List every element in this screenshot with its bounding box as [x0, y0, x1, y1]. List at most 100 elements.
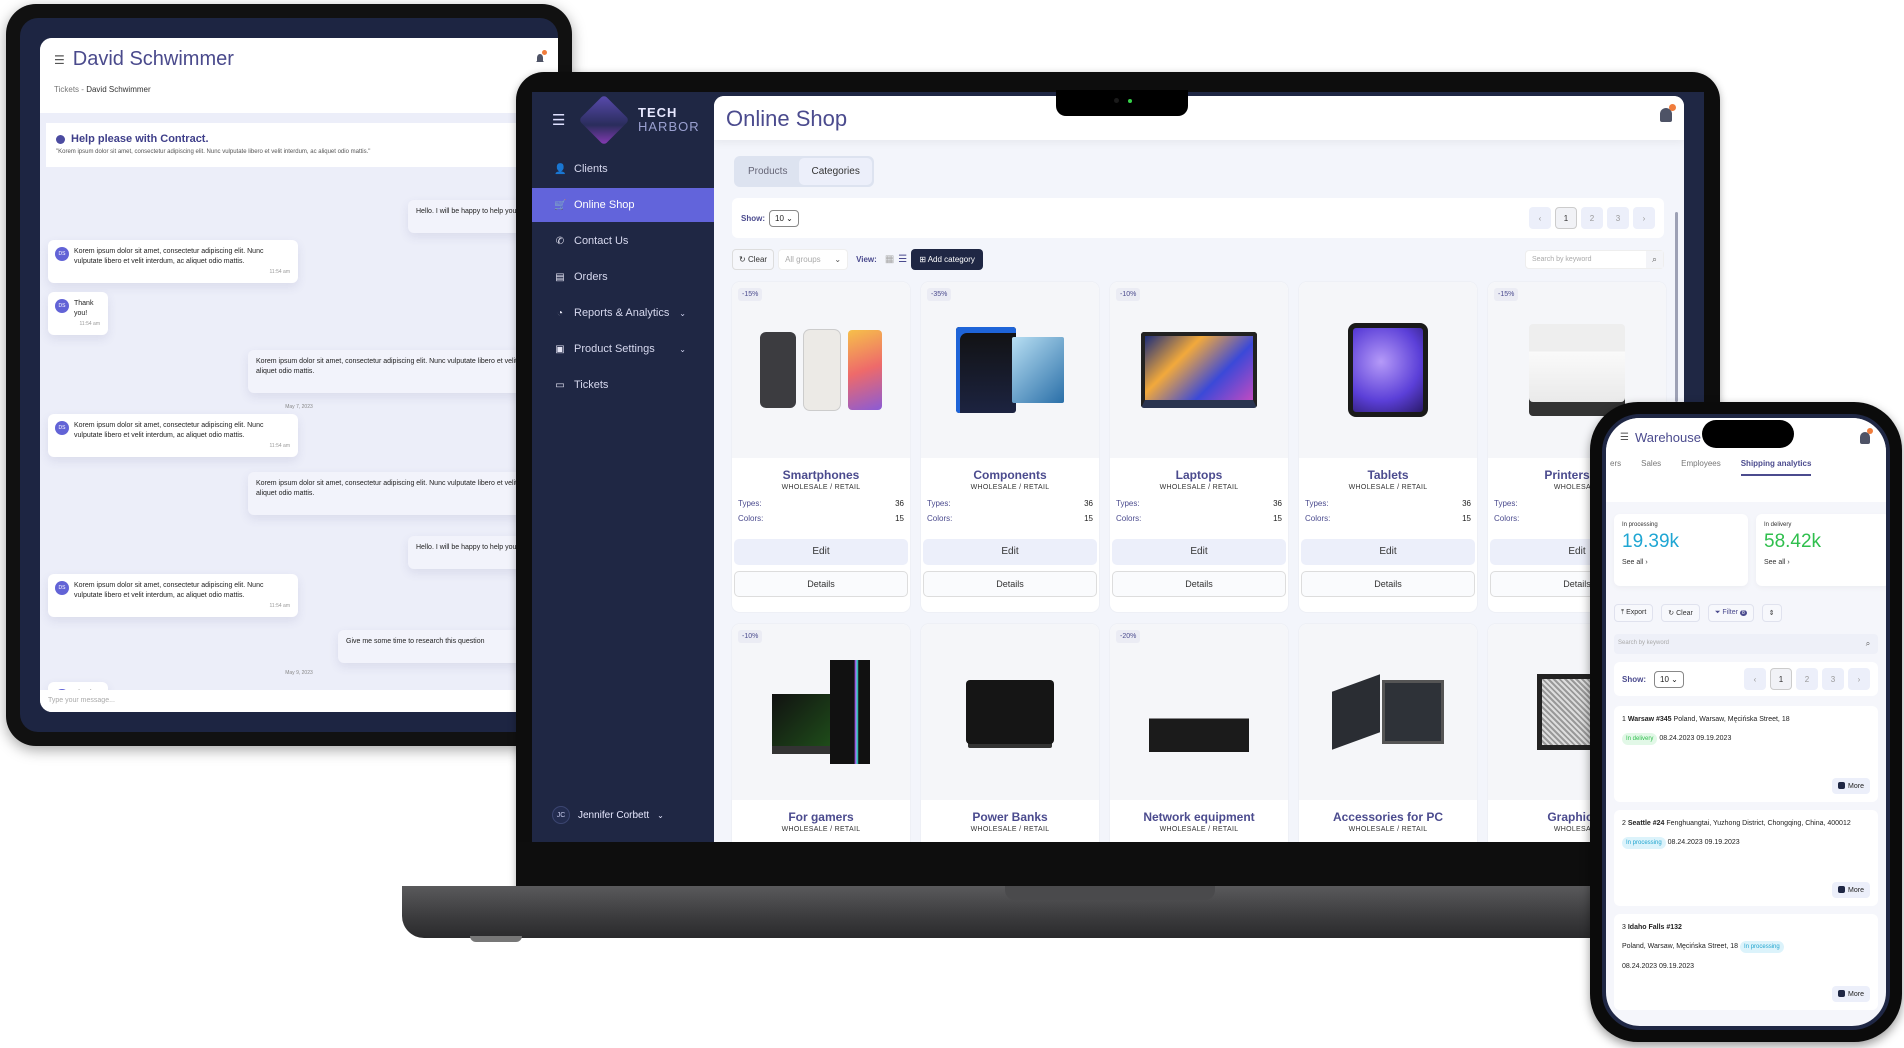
ticket-icon: [56, 134, 65, 144]
sidebar-item-reports-analytics[interactable]: ◔ Reports & Analytics ⌄: [532, 296, 714, 330]
page-button[interactable]: 2: [1796, 668, 1818, 690]
tab-shipping-analytics[interactable]: Shipping analytics: [1740, 459, 1812, 476]
clear-button[interactable]: ↻ Clear: [1661, 604, 1700, 622]
chat-thread[interactable]: Hello. I will be happy to help you11:54 …: [40, 182, 558, 712]
details-button[interactable]: Details: [1301, 571, 1475, 597]
more-button[interactable]: More: [1832, 778, 1870, 794]
category-name[interactable]: Laptops: [1110, 468, 1288, 482]
see-all-link[interactable]: See all ›: [1764, 559, 1882, 566]
category-name[interactable]: Network equipment: [1110, 810, 1288, 824]
next-page-button[interactable]: ›: [1848, 668, 1870, 690]
sidebar-item-contact-us[interactable]: ✆ Contact Us: [532, 224, 714, 258]
menu-icon[interactable]: ☰: [552, 111, 570, 129]
sort-button[interactable]: ⇕: [1761, 604, 1782, 622]
edit-button[interactable]: Edit: [1112, 539, 1286, 565]
discount-badge: -10%: [738, 630, 763, 643]
shipment-address: Poland, Warsaw, Męcińska Street, 18: [1673, 716, 1790, 723]
page-size-select[interactable]: 10 ⌄: [1654, 670, 1684, 688]
sidebar-item-online-shop[interactable]: 🛒 Online Shop: [532, 188, 714, 222]
edit-button[interactable]: Edit: [734, 539, 908, 565]
sidebar-item-label: Contact Us: [574, 235, 629, 247]
sidebar-item-product-settings[interactable]: ▣ Product Settings ⌄: [532, 332, 714, 366]
page-button[interactable]: 1: [1555, 207, 1577, 229]
search-icon[interactable]: ⌕: [1645, 250, 1663, 268]
list-controls: Show: 10 ⌄ ‹ 1 2 3 ›: [732, 198, 1664, 238]
category-subtitle: WHOLESALE / RETAIL: [781, 826, 861, 833]
groups-select[interactable]: All groups ⌄: [778, 248, 849, 270]
grid-view-icon[interactable]: ▦: [885, 254, 894, 265]
category-name[interactable]: Smartphones: [732, 468, 910, 482]
shipment-row[interactable]: 2 Seattle #24 Fenghuangtai, Yuzhong Dist…: [1614, 810, 1878, 906]
tab-sales[interactable]: Sales: [1641, 459, 1661, 476]
category-image[interactable]: -10%: [1110, 282, 1288, 458]
tab-categories[interactable]: Categories: [799, 158, 872, 185]
more-button[interactable]: More: [1832, 986, 1870, 1002]
notification-bell-icon[interactable]: [534, 50, 547, 64]
search-input[interactable]: Search by keyword ⌕: [1524, 249, 1664, 269]
category-image[interactable]: -35%: [921, 282, 1099, 458]
export-button[interactable]: ⤒ Export: [1614, 604, 1654, 622]
category-image[interactable]: [1299, 282, 1477, 458]
clear-button[interactable]: ↻ Clear: [732, 248, 775, 270]
shipment-row[interactable]: 3 Idaho Falls #132 Poland, Warsaw, Męciń…: [1614, 914, 1878, 1010]
message-input[interactable]: Type your message...: [40, 690, 558, 712]
category-image[interactable]: [1299, 624, 1477, 800]
see-all-link[interactable]: See all ›: [1622, 559, 1740, 566]
category-name[interactable]: Accessories for PC: [1299, 810, 1477, 824]
category-image[interactable]: -10%: [732, 624, 910, 800]
colors-row: Colors: 15: [1299, 514, 1477, 523]
menu-icon[interactable]: ☰: [1620, 432, 1629, 443]
category-image[interactable]: -15%: [732, 282, 910, 458]
start-date: 08.24.2023: [1659, 735, 1695, 742]
list-view-icon[interactable]: ☰: [898, 254, 907, 265]
page-button[interactable]: 3: [1822, 668, 1844, 690]
page-size-select[interactable]: 10 ⌄: [769, 209, 799, 227]
user-menu[interactable]: JC Jennifer Corbett ⌄: [552, 806, 664, 824]
breadcrumb: Tickets - David Schwimmer: [54, 85, 544, 94]
notification-bell-icon[interactable]: [1660, 104, 1676, 122]
tab-employees[interactable]: Employees: [1681, 459, 1721, 476]
edit-button[interactable]: Edit: [1301, 539, 1475, 565]
notification-bell-icon[interactable]: [1860, 428, 1873, 444]
tab-products[interactable]: Products: [736, 158, 799, 185]
scrollbar[interactable]: [1675, 212, 1678, 402]
brand-line1: TECH: [638, 105, 678, 120]
search-placeholder: Search by keyword: [1531, 255, 1592, 263]
category-image[interactable]: [921, 624, 1099, 800]
search-icon[interactable]: ⌕: [1858, 634, 1878, 654]
prev-page-button[interactable]: ‹: [1529, 207, 1551, 229]
breadcrumb-tickets[interactable]: Tickets: [54, 85, 79, 94]
next-page-button[interactable]: ›: [1633, 207, 1655, 229]
types-row: Types: 36: [1110, 499, 1288, 508]
page-button[interactable]: 2: [1581, 207, 1603, 229]
product-shape: [1141, 332, 1257, 408]
discount-badge: -35%: [927, 288, 952, 301]
category-name[interactable]: Tablets: [1299, 468, 1477, 482]
search-input[interactable]: Search by keyword ⌕: [1614, 634, 1878, 654]
end-date: 09.19.2023: [1696, 735, 1732, 742]
filter-button[interactable]: ⏷ Filter 8: [1707, 604, 1754, 622]
warehouse-screen: ☰ Warehouse ers Sales Employees Shipping an…: [1602, 414, 1890, 1030]
category-name[interactable]: Power Banks: [921, 810, 1099, 824]
add-category-button[interactable]: ⊞ Add category: [911, 248, 983, 270]
category-image[interactable]: -20%: [1110, 624, 1288, 800]
status-badge: In delivery: [1622, 733, 1658, 745]
sidebar-item-clients[interactable]: 👤 Clients: [532, 152, 714, 186]
details-button[interactable]: Details: [1112, 571, 1286, 597]
details-button[interactable]: Details: [734, 571, 908, 597]
page-button[interactable]: 3: [1607, 207, 1629, 229]
category-name[interactable]: Components: [921, 468, 1099, 482]
prev-page-button[interactable]: ‹: [1744, 668, 1766, 690]
tab-ers[interactable]: ers: [1610, 459, 1621, 476]
edit-button[interactable]: Edit: [923, 539, 1097, 565]
more-button[interactable]: More: [1832, 882, 1870, 898]
sidebar-item-tickets[interactable]: ▭ Tickets: [532, 368, 714, 402]
shipment-row[interactable]: 1 Warsaw #345 Poland, Warsaw, Męcińska S…: [1614, 706, 1878, 802]
laptop-foot: [470, 936, 522, 942]
category-name[interactable]: For gamers: [732, 810, 910, 824]
details-button[interactable]: Details: [923, 571, 1097, 597]
sidebar-nav: 👤 Clients 🛒 Online Shop ✆ Contact Us ▤ Orders ◔ R…: [532, 152, 714, 404]
page-button[interactable]: 1: [1770, 668, 1792, 690]
sidebar-item-orders[interactable]: ▤ Orders: [532, 260, 714, 294]
menu-icon[interactable]: ☰: [54, 53, 65, 67]
